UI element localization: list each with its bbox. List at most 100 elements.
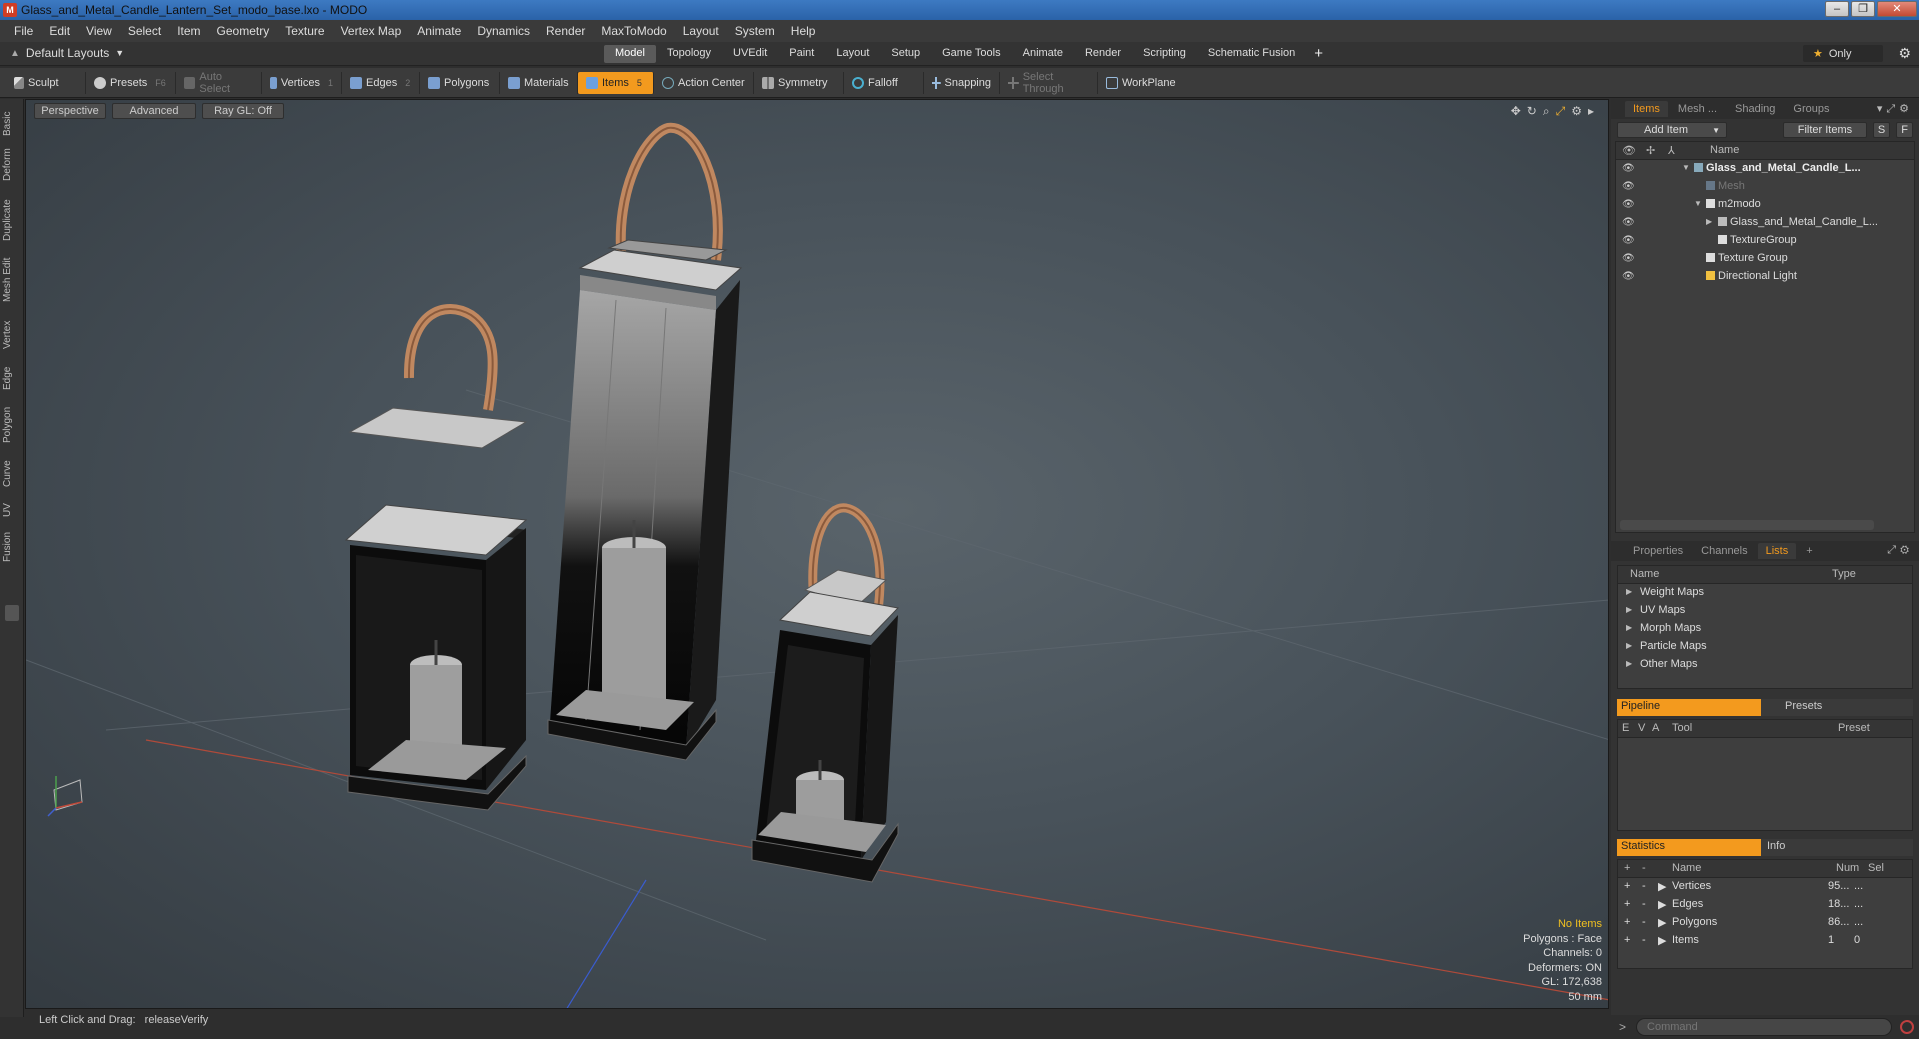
tab-shading[interactable]: Shading bbox=[1727, 101, 1783, 117]
tree-scrollbar[interactable] bbox=[1620, 520, 1874, 530]
tree-row[interactable]: 👁 Texture Group bbox=[1616, 250, 1914, 268]
vtab-deform[interactable]: Deform bbox=[2, 145, 22, 185]
tree-row[interactable]: 👁 ▼ Glass_and_Metal_Candle_L... bbox=[1616, 160, 1914, 178]
expand-arrow-icon[interactable]: ▼ bbox=[1682, 163, 1690, 172]
shading-mode-button[interactable]: Advanced bbox=[112, 103, 196, 119]
vtab-edge[interactable]: Edge bbox=[2, 361, 22, 395]
tab-properties[interactable]: Properties bbox=[1625, 543, 1691, 559]
tab-items[interactable]: Items bbox=[1625, 101, 1668, 117]
falloff-button[interactable]: Falloff bbox=[844, 71, 924, 94]
command-input[interactable] bbox=[1636, 1018, 1893, 1036]
filter-items-button[interactable]: Filter Items bbox=[1782, 122, 1867, 138]
menu-system[interactable]: System bbox=[727, 24, 783, 38]
expand-arrow-icon[interactable]: ▶ bbox=[1658, 916, 1666, 929]
fit-view-icon[interactable]: ⤢ bbox=[1556, 104, 1566, 119]
snapping-button[interactable]: Snapping bbox=[924, 71, 1000, 94]
zoom-icon[interactable]: ⌕ bbox=[1543, 104, 1550, 119]
list-item[interactable]: ▶ Weight Maps bbox=[1618, 584, 1912, 602]
remove-selection-button[interactable]: - bbox=[1642, 916, 1646, 928]
rotate-icon[interactable]: ↻ bbox=[1527, 104, 1537, 119]
tab-animate[interactable]: Animate bbox=[1012, 45, 1074, 63]
list-item[interactable]: ▶ Other Maps bbox=[1618, 656, 1912, 674]
expand-arrow-icon[interactable]: ▼ bbox=[1694, 199, 1702, 208]
add-selection-button[interactable]: + bbox=[1624, 898, 1630, 910]
materials-button[interactable]: Materials bbox=[500, 71, 578, 94]
viewport-expand-icon[interactable]: ▸ bbox=[1588, 104, 1594, 119]
remove-selection-button[interactable]: - bbox=[1642, 880, 1646, 892]
raygl-button[interactable]: Ray GL: Off bbox=[202, 103, 284, 119]
vtab-polygon[interactable]: Polygon bbox=[2, 401, 22, 449]
s-button[interactable]: S bbox=[1872, 122, 1891, 138]
vtab-vertex[interactable]: Vertex bbox=[2, 315, 22, 355]
tree-row[interactable]: 👁 Directional Light bbox=[1616, 268, 1914, 286]
visibility-eye-icon[interactable]: 👁 bbox=[1622, 199, 1635, 210]
tab-channels[interactable]: Channels bbox=[1693, 543, 1755, 559]
visibility-eye-icon[interactable]: 👁 bbox=[1622, 163, 1635, 174]
tree-row[interactable]: 👁 ▼ m2modo bbox=[1616, 196, 1914, 214]
add-layout-tab-button[interactable]: + bbox=[1306, 45, 1331, 63]
visibility-eye-icon[interactable]: 👁 bbox=[1622, 217, 1635, 228]
maximize-button[interactable]: ❐ bbox=[1851, 1, 1875, 17]
expand-arrow-icon[interactable]: ▶ bbox=[1658, 898, 1666, 911]
tab-paint[interactable]: Paint bbox=[778, 45, 825, 63]
expand-arrow-icon[interactable]: ▶ bbox=[1626, 659, 1632, 668]
workplane-button[interactable]: WorkPlane bbox=[1098, 72, 1184, 94]
vtab-duplicate[interactable]: Duplicate bbox=[2, 193, 22, 247]
menu-file[interactable]: File bbox=[6, 24, 41, 38]
menu-animate[interactable]: Animate bbox=[409, 24, 469, 38]
command-stop-icon[interactable] bbox=[1900, 1020, 1915, 1034]
vtab-basic[interactable]: Basic bbox=[2, 107, 22, 141]
list-item[interactable]: ▶ Morph Maps bbox=[1618, 620, 1912, 638]
polygons-button[interactable]: Polygons bbox=[420, 71, 500, 94]
symmetry-button[interactable]: Symmetry bbox=[754, 71, 844, 94]
expand-arrow-icon[interactable]: ▶ bbox=[1706, 217, 1712, 226]
remove-selection-button[interactable]: - bbox=[1642, 934, 1646, 946]
panel-controls-icon[interactable]: ▾⤢⚙ bbox=[1877, 102, 1913, 116]
view-mode-button[interactable]: Perspective bbox=[34, 103, 106, 119]
vtab-curve[interactable]: Curve bbox=[2, 455, 22, 493]
viewport-settings-icon[interactable]: ⚙ bbox=[1571, 104, 1582, 119]
tab-layout[interactable]: Layout bbox=[825, 45, 880, 63]
add-panel-tab-button[interactable]: + bbox=[1798, 543, 1820, 559]
tab-topology[interactable]: Topology bbox=[656, 45, 722, 63]
sculpt-button[interactable]: Sculpt bbox=[6, 71, 86, 94]
menu-view[interactable]: View bbox=[78, 24, 120, 38]
list-item[interactable]: ▶ Particle Maps bbox=[1618, 638, 1912, 656]
visibility-eye-icon[interactable]: 👁 bbox=[1622, 253, 1635, 264]
visibility-eye-icon[interactable]: 👁 bbox=[1622, 235, 1635, 246]
tab-mesh[interactable]: Mesh ... bbox=[1670, 101, 1725, 117]
panel-controls-icon[interactable]: ⤢⚙ bbox=[1887, 544, 1913, 557]
tab-lists[interactable]: Lists bbox=[1757, 543, 1797, 559]
tab-groups[interactable]: Groups bbox=[1785, 101, 1837, 117]
add-selection-button[interactable]: + bbox=[1624, 880, 1630, 892]
only-toggle[interactable]: ★ Only bbox=[1803, 45, 1883, 62]
auto-select-button[interactable]: Auto Select bbox=[176, 71, 262, 95]
tree-row[interactable]: 👁 TextureGroup bbox=[1616, 232, 1914, 250]
vertices-button[interactable]: Vertices 1 bbox=[262, 71, 342, 94]
menu-help[interactable]: Help bbox=[783, 24, 824, 38]
menu-item[interactable]: Item bbox=[169, 24, 208, 38]
menu-select[interactable]: Select bbox=[120, 24, 169, 38]
expand-arrow-icon[interactable]: ▶ bbox=[1658, 934, 1666, 947]
tab-schematic-fusion[interactable]: Schematic Fusion bbox=[1197, 45, 1306, 63]
tab-pipeline[interactable]: Pipeline bbox=[1617, 699, 1761, 716]
edges-button[interactable]: Edges 2 bbox=[342, 71, 420, 94]
menu-geometry[interactable]: Geometry bbox=[209, 24, 278, 38]
vtab-uv[interactable]: UV bbox=[2, 499, 22, 521]
select-through-button[interactable]: Select Through bbox=[1000, 71, 1098, 95]
tab-model[interactable]: Model bbox=[604, 45, 656, 63]
add-selection-button[interactable]: + bbox=[1624, 916, 1630, 928]
close-button[interactable]: ✕ bbox=[1877, 1, 1917, 17]
tab-setup[interactable]: Setup bbox=[880, 45, 931, 63]
items-button[interactable]: Items 5 bbox=[578, 71, 654, 94]
pan-icon[interactable]: ✥ bbox=[1511, 104, 1521, 119]
menu-maxtomodo[interactable]: MaxToModo bbox=[593, 24, 674, 38]
list-item[interactable]: ▶ UV Maps bbox=[1618, 602, 1912, 620]
tab-info[interactable]: Info bbox=[1761, 839, 1913, 856]
menu-edit[interactable]: Edit bbox=[41, 24, 78, 38]
tab-scripting[interactable]: Scripting bbox=[1132, 45, 1197, 63]
tree-row[interactable]: 👁 ▶ Glass_and_Metal_Candle_L... bbox=[1616, 214, 1914, 232]
expand-arrow-icon[interactable]: ▶ bbox=[1658, 880, 1666, 893]
3d-viewport[interactable]: Perspective Advanced Ray GL: Off ✥ ↻ ⌕ ⤢… bbox=[25, 99, 1609, 1009]
vtab-fusion[interactable]: Fusion bbox=[2, 527, 22, 567]
